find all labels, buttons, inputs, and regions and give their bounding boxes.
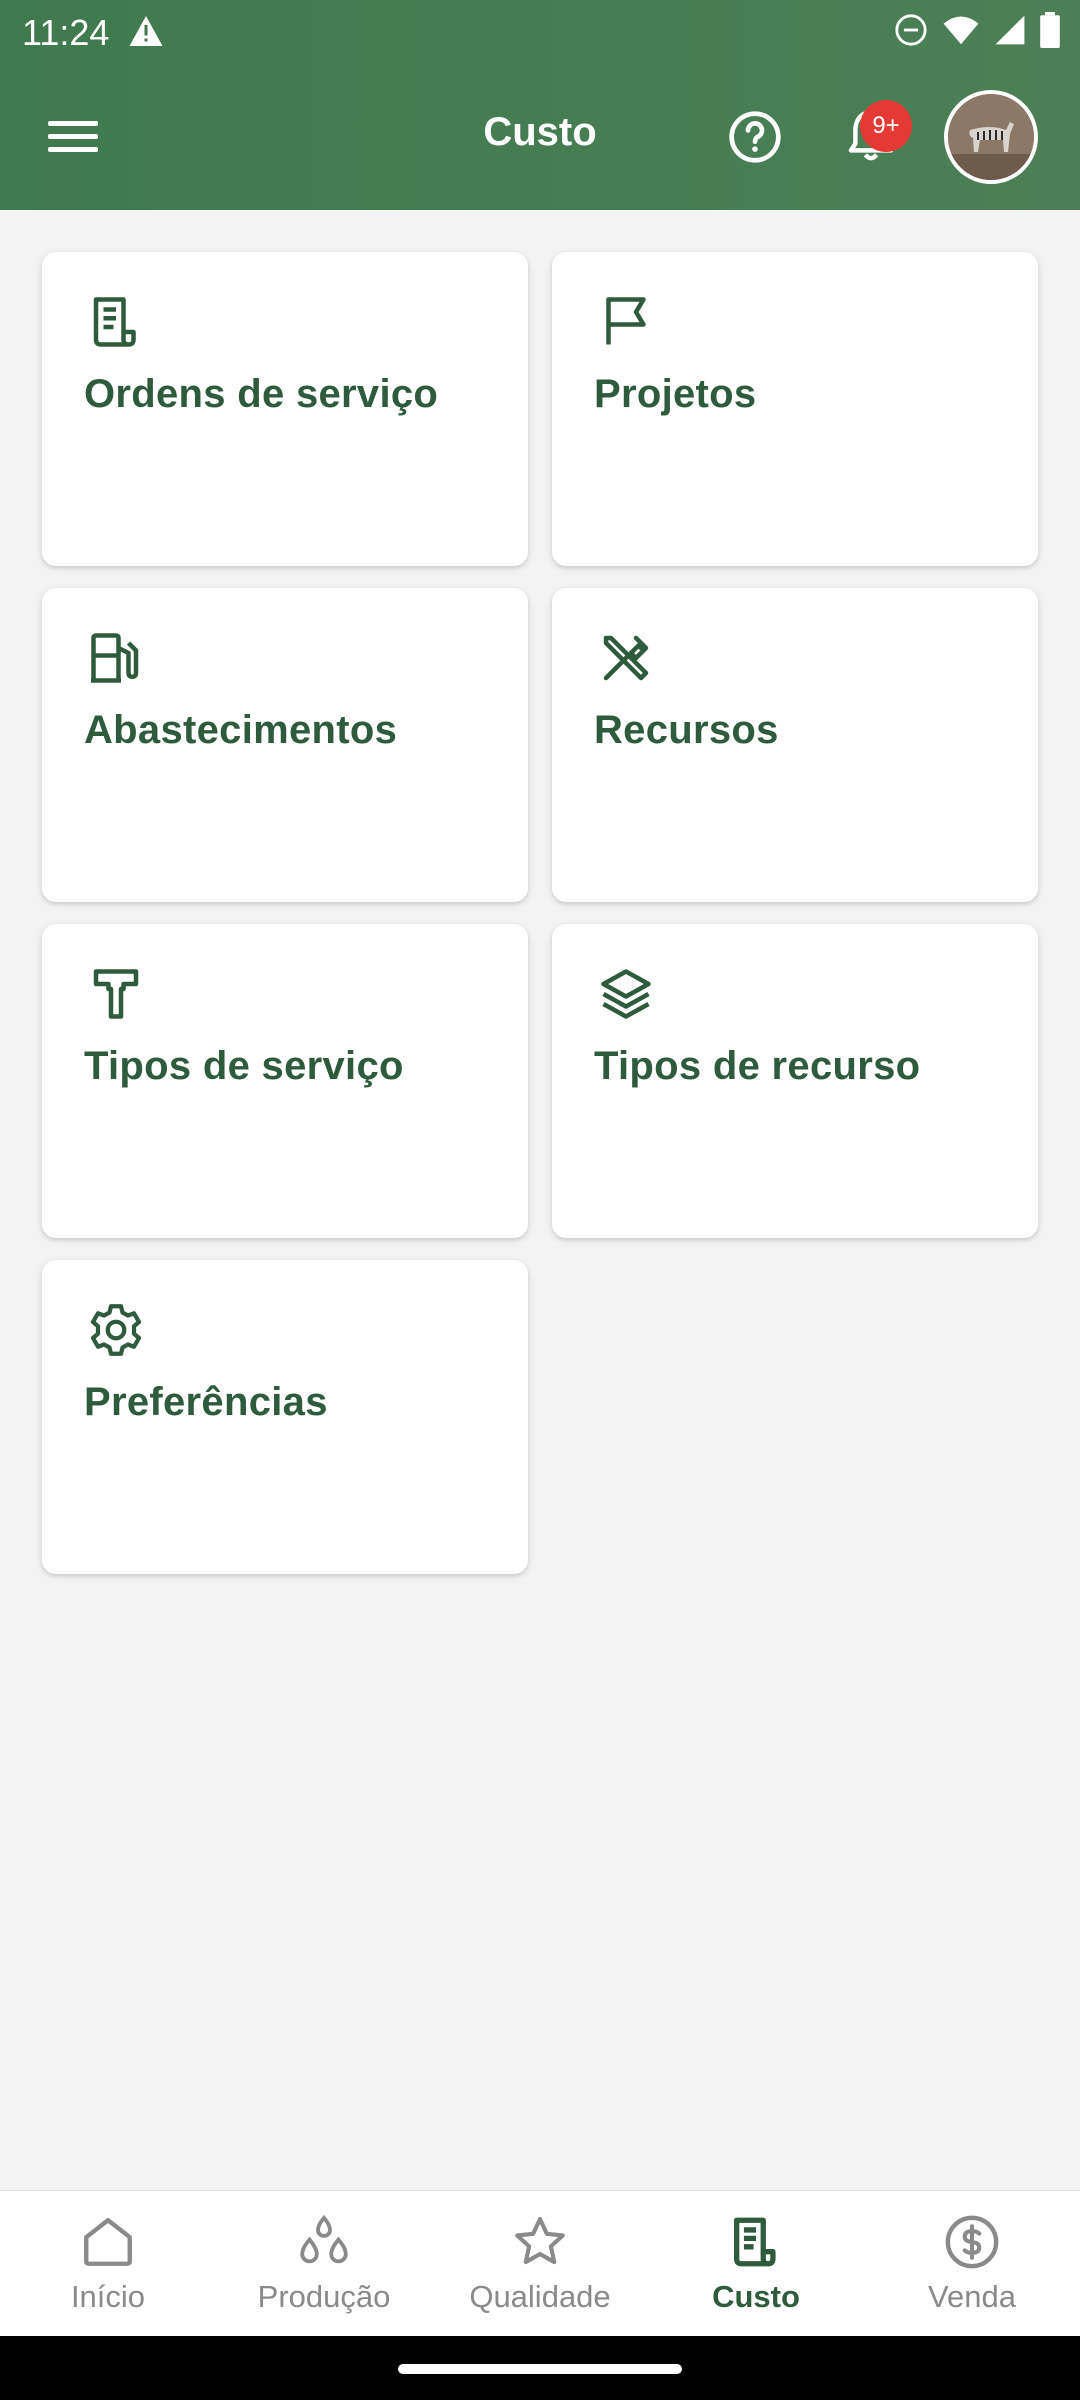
flag-icon bbox=[606, 297, 646, 345]
card-tipos-de-servico[interactable]: Tipos de serviço bbox=[42, 924, 528, 1238]
card-ordens-de-servico[interactable]: Ordens de serviço bbox=[42, 252, 528, 566]
nav-label: Início bbox=[70, 2279, 146, 2314]
fuel-pump-icon bbox=[91, 633, 139, 683]
nav-item-custo[interactable]: Custo bbox=[648, 2191, 864, 2337]
warning-icon bbox=[128, 14, 164, 53]
gear-icon bbox=[90, 1304, 142, 1356]
avatar[interactable] bbox=[944, 90, 1038, 184]
zebra-avatar-image bbox=[948, 94, 1034, 180]
nav-label: Custo bbox=[712, 2279, 800, 2314]
status-bar: 11:24 bbox=[0, 0, 1080, 64]
card-label: Tipos de recurso bbox=[594, 1044, 921, 1088]
star-icon bbox=[515, 2216, 565, 2265]
nav-item-producao[interactable]: Produção bbox=[216, 2191, 432, 2337]
nav-label: Qualidade bbox=[469, 2279, 611, 2314]
card-label: Ordens de serviço bbox=[84, 372, 439, 416]
nav-label: Venda bbox=[928, 2279, 1016, 2314]
card-projetos[interactable]: Projetos bbox=[552, 252, 1038, 566]
card-preferencias[interactable]: Preferências bbox=[42, 1260, 528, 1574]
help-icon bbox=[729, 111, 781, 163]
do-not-disturb-icon bbox=[894, 13, 928, 52]
nav-item-qualidade[interactable]: Qualidade bbox=[432, 2191, 648, 2337]
card-tipos-de-recurso[interactable]: Tipos de recurso bbox=[552, 924, 1038, 1238]
card-recursos[interactable]: Recursos bbox=[552, 588, 1038, 902]
card-label: Preferências bbox=[84, 1380, 328, 1424]
help-button[interactable] bbox=[722, 104, 788, 170]
document-icon bbox=[93, 297, 136, 347]
layers-icon bbox=[601, 969, 651, 1019]
home-icon bbox=[84, 2218, 132, 2266]
bottom-navigation: Início Produção Qualidade Custo Venda bbox=[0, 2190, 1080, 2337]
card-label: Recursos bbox=[594, 708, 779, 752]
app-bar: 11:24 Custo 9+ bbox=[0, 0, 1080, 210]
tools-icon bbox=[603, 635, 649, 681]
nav-item-inicio[interactable]: Início bbox=[0, 2191, 216, 2337]
toolbar: Custo 9+ bbox=[0, 64, 1080, 210]
signal-icon bbox=[994, 14, 1026, 51]
card-label: Abastecimentos bbox=[84, 708, 398, 752]
card-label: Projetos bbox=[594, 372, 757, 416]
card-label: Tipos de serviço bbox=[84, 1044, 404, 1088]
system-navigation-bar bbox=[0, 2336, 1080, 2400]
hammer-icon bbox=[93, 969, 139, 1019]
document-icon bbox=[734, 2217, 776, 2267]
dollar-circle-icon bbox=[945, 2215, 999, 2269]
nav-label: Produção bbox=[257, 2279, 391, 2314]
nav-item-venda[interactable]: Venda bbox=[864, 2191, 1080, 2337]
card-abastecimentos[interactable]: Abastecimentos bbox=[42, 588, 528, 902]
page-title: Custo bbox=[483, 110, 597, 154]
status-time: 11:24 bbox=[22, 12, 110, 53]
drops-icon bbox=[300, 2214, 348, 2264]
wifi-icon bbox=[942, 14, 980, 51]
battery-icon bbox=[1040, 12, 1060, 53]
notification-badge: 9+ bbox=[860, 100, 912, 152]
home-gesture-handle[interactable] bbox=[398, 2364, 682, 2374]
